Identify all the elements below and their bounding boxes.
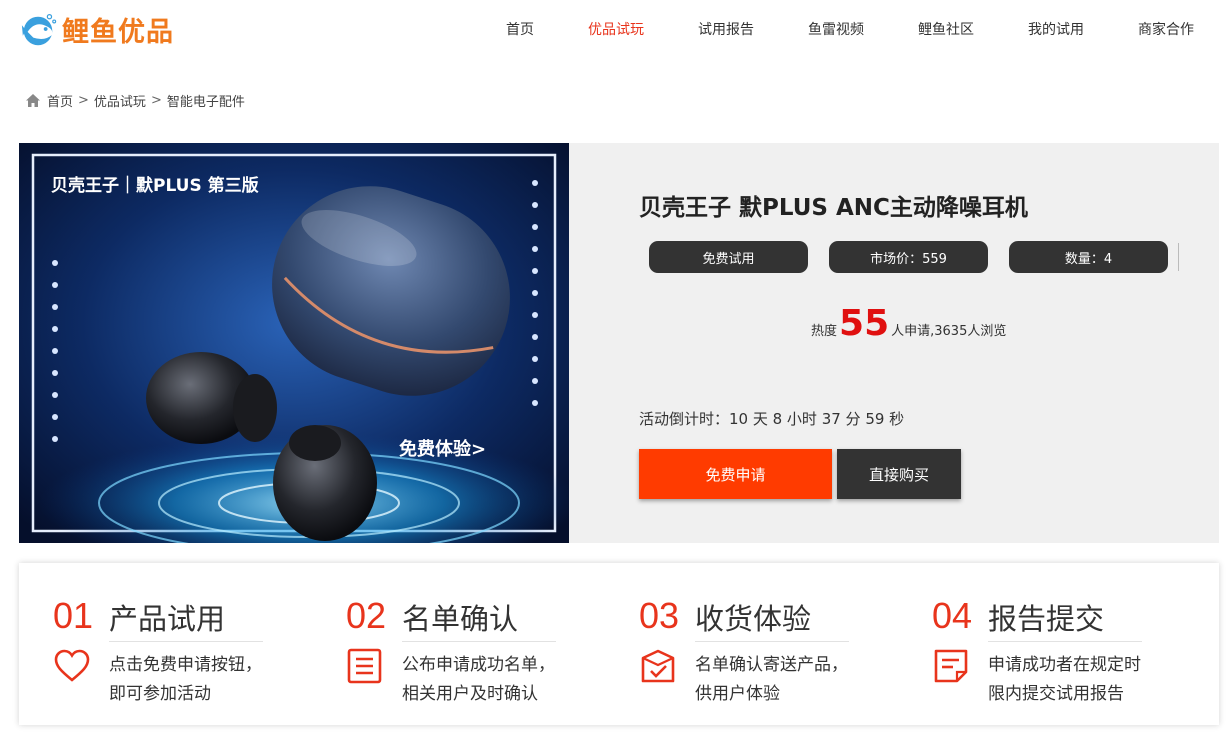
nav-item-community[interactable]: 鲤鱼社区 [918,19,974,39]
site-header: 鲤鱼优品 首页 优品试玩 试用报告 鱼雷视频 鲤鱼社区 我的试用 商家合作 [0,0,1231,60]
image-brand-line: 贝壳王子｜默PLUS 第三版 [51,175,259,196]
breadcrumb-separator: > [150,93,162,108]
trial-steps: 01 产品试用 点击免费申请按钮， 即可参加活动 02 名单确认 公布申请成功名… [19,563,1219,725]
nav-item-report[interactable]: 试用报告 [698,19,754,39]
step-title: 收货体验 [695,602,812,636]
nav-item-trial[interactable]: 优品试玩 [588,19,644,39]
nav-item-video[interactable]: 鱼雷视频 [808,19,864,39]
step-divider [988,641,1142,642]
countdown: 活动倒计时：10 天 8 小时 37 分 59 秒 [639,410,905,428]
step-desc-line: 相关用户及时确认 [402,684,538,704]
nav-item-my-trial[interactable]: 我的试用 [1028,19,1084,39]
divider [1178,243,1179,271]
step-description: 公布申请成功名单， 相关用户及时确认 [402,651,555,709]
breadcrumb-separator: > [78,93,89,108]
step-desc-line: 申请成功者在规定时 [988,655,1141,675]
product-title: 贝壳王子 默PLUS ANC主动降噪耳机 [639,195,1028,221]
nav-item-business[interactable]: 商家合作 [1138,19,1194,39]
image-cta: 免费体验> [399,438,486,460]
package-check-icon [641,649,675,683]
step-item: 02 名单确认 公布申请成功名单， 相关用户及时确认 [346,563,636,725]
breadcrumb-trial[interactable]: 优品试玩 [94,91,146,110]
heart-icon [54,649,90,682]
report-icon [934,649,968,683]
step-divider [402,641,556,642]
product-tags: 免费试用 市场价：559 数量：4 [649,241,1189,273]
tag-market-price: 市场价：559 [829,241,988,273]
step-number: 03 [639,595,680,636]
nav-item-home[interactable]: 首页 [506,19,534,39]
heat-stats: 热度 55 人申请,3635人浏览 [811,306,1006,342]
step-desc-line: 供用户体验 [695,684,780,704]
product-image[interactable]: 贝壳王子｜默PLUS 第三版 免费体验> [19,143,569,543]
step-item: 04 报告提交 申请成功者在规定时 限内提交试用报告 [932,563,1222,725]
breadcrumb-home[interactable]: 首页 [47,91,73,110]
list-icon [347,648,382,684]
step-description: 点击免费申请按钮， 即可参加活动 [109,651,262,709]
free-apply-button[interactable]: 免费申请 [639,449,832,499]
step-number: 04 [932,595,973,636]
heat-suffix: 人申请,3635人浏览 [891,324,1007,339]
product-info: 贝壳王子 默PLUS ANC主动降噪耳机 免费试用 市场价：559 数量：4 热… [639,143,1219,543]
heat-count: 55 [839,303,890,344]
step-title: 报告提交 [988,602,1105,636]
step-desc-line: 名单确认寄送产品， [695,655,848,675]
product-section: 贝壳王子｜默PLUS 第三版 免费体验> 贝壳王子 默PLUS ANC主动降噪耳… [19,143,1219,543]
heat-prefix: 热度 [811,324,838,339]
main-nav: 首页 优品试玩 试用报告 鱼雷视频 鲤鱼社区 我的试用 商家合作 [0,19,1231,41]
step-desc-line: 公布申请成功名单， [402,655,555,675]
step-title: 产品试用 [109,602,226,636]
breadcrumb: 首页 > 优品试玩 > 智能电子配件 [26,91,245,110]
home-icon [26,94,40,107]
tag-free-trial: 免费试用 [649,241,808,273]
tag-quantity: 数量：4 [1009,241,1168,273]
step-desc-line: 即可参加活动 [109,684,211,704]
step-number: 02 [346,595,387,636]
step-item: 03 收货体验 名单确认寄送产品， 供用户体验 [639,563,929,725]
step-number: 01 [53,595,94,636]
step-divider [109,641,263,642]
step-desc-line: 限内提交试用报告 [988,684,1124,704]
buy-now-button[interactable]: 直接购买 [837,449,961,499]
step-description: 申请成功者在规定时 限内提交试用报告 [988,651,1141,709]
step-item: 01 产品试用 点击免费申请按钮， 即可参加活动 [53,563,343,725]
breadcrumb-category[interactable]: 智能电子配件 [167,91,245,110]
step-divider [695,641,849,642]
step-description: 名单确认寄送产品， 供用户体验 [695,651,848,709]
step-title: 名单确认 [402,602,519,636]
step-desc-line: 点击免费申请按钮， [109,655,262,675]
